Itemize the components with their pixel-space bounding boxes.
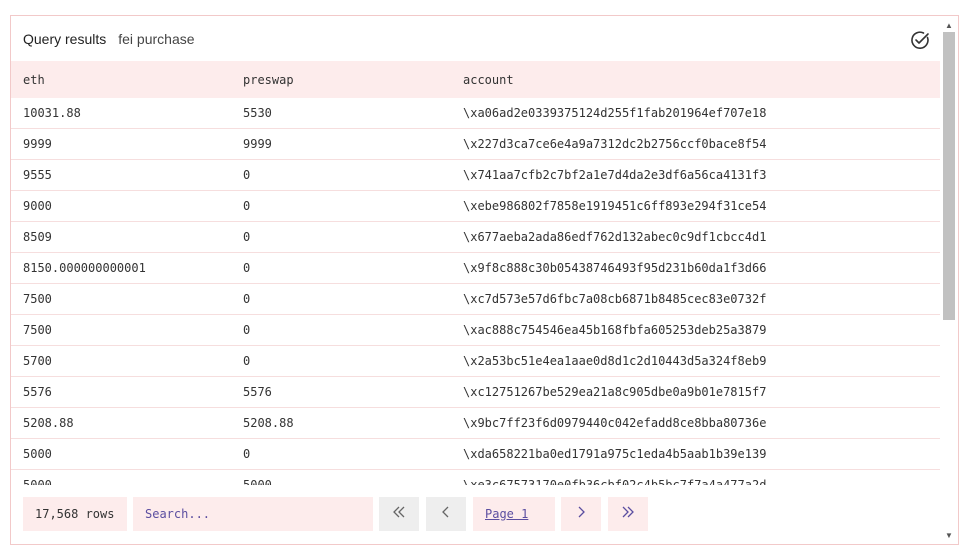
- cell-account: \xac888c754546ea45b168fbfa605253deb25a38…: [463, 323, 767, 337]
- column-header-account[interactable]: account: [451, 73, 941, 87]
- cell-account: \x9f8c888c30b05438746493f95d231b60da1f3d…: [463, 261, 767, 275]
- cell-preswap: 0: [243, 168, 251, 182]
- query-name: fei purchase: [118, 30, 195, 47]
- table-row: 8150.000000000001 0 \x9f8c888c30b054387464…: [11, 253, 941, 284]
- column-header-eth[interactable]: eth: [11, 73, 231, 87]
- cell-eth: 7500: [23, 292, 52, 306]
- cell-account: \x9bc7ff23f6d0979440c042efadd8ce8bba8073…: [463, 416, 767, 430]
- scroll-up-icon[interactable]: ▲: [944, 20, 954, 30]
- cell-eth: 9000: [23, 199, 52, 213]
- cell-eth: 5700: [23, 354, 52, 368]
- cell-eth: 5576: [23, 385, 52, 399]
- search-input[interactable]: [133, 497, 373, 531]
- cell-eth: 5208.88: [23, 416, 74, 430]
- table-row: 8509 0 \x677aeba2ada86edf762d132abec0c9df1…: [11, 222, 941, 253]
- double-chevron-left-icon: [391, 504, 407, 525]
- vertical-scrollbar[interactable]: ▲ ▼: [940, 16, 958, 544]
- cell-eth: 10031.88: [23, 106, 81, 120]
- cell-preswap: 0: [243, 292, 251, 306]
- cell-preswap: 9999: [243, 137, 272, 151]
- table-row: 7500 0 \xac888c754546ea45b168fbfa605253deb…: [11, 315, 941, 346]
- cell-preswap: 5208.88: [243, 416, 294, 430]
- chevron-right-icon: [573, 504, 589, 525]
- cell-preswap: 0: [243, 323, 251, 337]
- cell-eth: 5000: [23, 447, 52, 461]
- check-circle-icon[interactable]: [909, 29, 931, 51]
- cell-preswap: 0: [243, 447, 251, 461]
- results-title: Query results: [23, 30, 107, 47]
- results-table: eth preswap account 10031.88 5530 \xa06ad2…: [11, 61, 941, 485]
- table-row: 5000 0 \xda658221ba0ed1791a975c1eda4b5aab1…: [11, 439, 941, 470]
- scrollbar-thumb[interactable]: [943, 32, 955, 320]
- scroll-down-icon[interactable]: ▼: [944, 530, 954, 540]
- query-results-panel: Query results fei purchase eth preswap a…: [10, 15, 959, 545]
- first-page-button[interactable]: [379, 497, 419, 531]
- cell-account: \x227d3ca7ce6e4a9a7312dc2b2756ccf0bace8f…: [463, 137, 767, 151]
- table-row: 10031.88 5530 \xa06ad2e0339375124d255f1fab…: [11, 98, 941, 129]
- cell-account: \xebe986802f7858e1919451c6ff893e294f31ce…: [463, 199, 767, 213]
- cell-eth: 7500: [23, 323, 52, 337]
- cell-account: \xda658221ba0ed1791a975c1eda4b5aab1b39e1…: [463, 447, 767, 461]
- table-row: 7500 0 \xc7d573e57d6fbc7a08cb6871b8485cec8…: [11, 284, 941, 315]
- next-page-button[interactable]: [561, 497, 601, 531]
- cell-account: \xe3c67573170e0fb36cbf02c4b5bc7f7a4a477a…: [463, 478, 767, 485]
- cell-preswap: 0: [243, 354, 251, 368]
- cell-account: \x677aeba2ada86edf762d132abec0c9df1cbcc4…: [463, 230, 767, 244]
- cell-account: \xc7d573e57d6fbc7a08cb6871b8485cec83e073…: [463, 292, 767, 306]
- cell-account: \x741aa7cfb2c7bf2a1e7d4da2e3df6a56ca4131…: [463, 168, 767, 182]
- table-row: 9555 0 \x741aa7cfb2c7bf2a1e7d4da2e3df6a56c…: [11, 160, 941, 191]
- page-indicator[interactable]: Page 1: [473, 497, 555, 531]
- cell-preswap: 5576: [243, 385, 272, 399]
- cell-preswap: 5530: [243, 106, 272, 120]
- cell-account: \x2a53bc51e4ea1aae0d8d1c2d10443d5a324f8e…: [463, 354, 767, 368]
- table-row: 9999 9999 \x227d3ca7ce6e4a9a7312dc2b2756cc…: [11, 129, 941, 160]
- table-row: 5700 0 \x2a53bc51e4ea1aae0d8d1c2d10443d5a3…: [11, 346, 941, 377]
- cell-eth: 8150.000000000001: [23, 261, 146, 275]
- double-chevron-right-icon: [620, 504, 636, 525]
- cell-eth: 8509: [23, 230, 52, 244]
- last-page-button[interactable]: [608, 497, 648, 531]
- cell-account: \xc12751267be529ea21a8c905dbe0a9b01e7815…: [463, 385, 767, 399]
- results-footer: 17,568 rows Page 1: [11, 485, 941, 544]
- cell-preswap: 0: [243, 261, 251, 275]
- cell-eth: 9555: [23, 168, 52, 182]
- table-row: 5576 5576 \xc12751267be529ea21a8c905dbe0a9…: [11, 377, 941, 408]
- table-row: 5000 5000 \xe3c67573170e0fb36cbf02c4b5bc7f…: [11, 470, 941, 485]
- cell-account: \xa06ad2e0339375124d255f1fab201964ef707e…: [463, 106, 767, 120]
- table-body: 10031.88 5530 \xa06ad2e0339375124d255f1fab…: [11, 98, 941, 485]
- chevron-left-icon: [438, 504, 454, 525]
- cell-preswap: 5000: [243, 478, 272, 485]
- column-header-preswap[interactable]: preswap: [231, 73, 451, 87]
- cell-preswap: 0: [243, 199, 251, 213]
- cell-preswap: 0: [243, 230, 251, 244]
- table-row: 5208.88 5208.88 \x9bc7ff23f6d0979440c042ef…: [11, 408, 941, 439]
- table-row: 9000 0 \xebe986802f7858e1919451c6ff893e294…: [11, 191, 941, 222]
- previous-page-button[interactable]: [426, 497, 466, 531]
- cell-eth: 9999: [23, 137, 52, 151]
- table-header: eth preswap account: [11, 61, 941, 98]
- results-header: Query results fei purchase: [11, 16, 941, 61]
- cell-eth: 5000: [23, 478, 52, 485]
- row-count: 17,568 rows: [23, 497, 127, 531]
